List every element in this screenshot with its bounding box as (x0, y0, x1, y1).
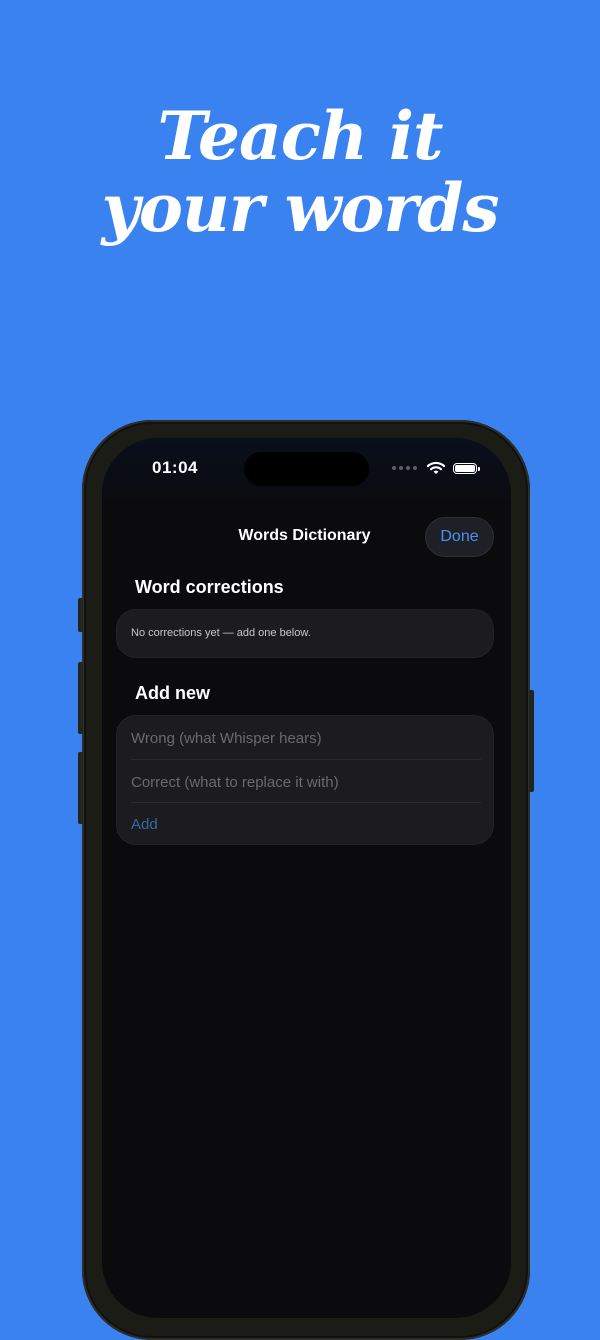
status-icons (392, 460, 480, 476)
correct-word-input[interactable] (131, 773, 481, 791)
wrong-word-input[interactable] (131, 729, 481, 747)
phone-volume-down-button (78, 752, 83, 824)
done-button[interactable]: Done (425, 517, 494, 557)
phone-screen: 01:04 Words Dictionary Done Word correct… (102, 438, 511, 1318)
marketing-headline: Teach it your words (0, 100, 600, 244)
headline-line-2: your words (101, 169, 499, 247)
phone-action-button (78, 598, 83, 632)
empty-state-message: No corrections yet — add one below. (131, 627, 311, 639)
phone-volume-up-button (78, 662, 83, 734)
section-header-word-corrections: Word corrections (135, 577, 284, 597)
phone-power-button (529, 690, 534, 792)
wifi-icon (427, 461, 445, 474)
section-header-add-new: Add new (135, 683, 210, 703)
divider (131, 759, 481, 760)
cellular-dots-icon (392, 466, 417, 470)
add-new-form-card: Add (116, 715, 494, 845)
divider (131, 802, 481, 803)
add-button[interactable]: Add (131, 816, 158, 833)
dynamic-island (244, 452, 369, 486)
corrections-list-card: No corrections yet — add one below. (116, 609, 494, 658)
battery-icon (453, 462, 480, 474)
headline-line-1: Teach it (157, 97, 443, 175)
status-time: 01:04 (152, 458, 198, 477)
